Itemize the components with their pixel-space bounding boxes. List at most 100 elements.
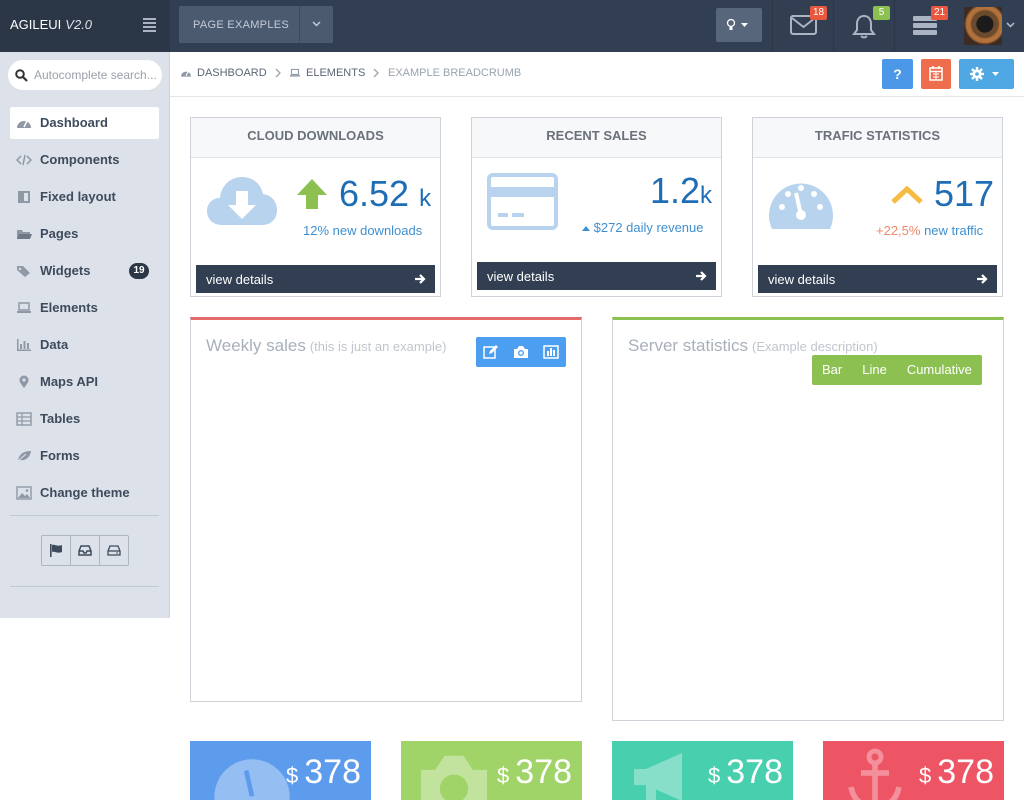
sidebar-item-widgets[interactable]: Widgets 19 — [10, 255, 159, 287]
currency-symbol: $ — [286, 763, 299, 788]
map-marker-icon — [19, 375, 29, 388]
tasks-badge: 21 — [931, 6, 949, 20]
anchor-icon — [848, 748, 902, 800]
chevron-right-icon — [373, 68, 379, 78]
downloads-value: 6.52 k — [339, 173, 431, 215]
camera-icon — [421, 755, 487, 800]
laptop-icon — [290, 68, 300, 77]
arrow-right-icon — [415, 274, 426, 284]
panel-title-text: Server statistics — [628, 336, 748, 355]
chevron-up-icon — [891, 185, 923, 204]
brand-version: V2.0 — [65, 17, 93, 32]
brand: AGILEUI V2.0 — [0, 0, 170, 52]
card-title: RECENT SALES — [472, 118, 721, 158]
arrow-up-icon — [297, 179, 327, 209]
sidebar-item-label: Dashboard — [40, 115, 108, 130]
chart-button[interactable] — [536, 337, 566, 367]
sidebar-item-label: Forms — [40, 448, 80, 463]
tags-icon — [17, 266, 30, 277]
sidebar-item-data[interactable]: Data — [10, 329, 159, 361]
hard-drive-icon — [107, 545, 121, 556]
chevron-down-icon[interactable] — [1006, 22, 1015, 28]
dashboard-gauge-icon — [214, 759, 290, 800]
breadcrumb-elements[interactable]: ELEMENTS — [289, 67, 365, 79]
stat-tile[interactable]: $378 — [823, 741, 1004, 800]
calendar-icon — [929, 66, 943, 81]
tile-number: 378 — [304, 753, 361, 791]
help-button[interactable]: ? — [882, 59, 913, 89]
currency-symbol: $ — [708, 763, 721, 788]
card-title: CLOUD DOWNLOADS — [191, 118, 440, 158]
breadcrumb-dashboard[interactable]: DASHBOARD — [180, 67, 267, 79]
page-examples-label: PAGE EXAMPLES — [193, 19, 290, 31]
panel-title-text: Weekly sales — [206, 336, 306, 355]
theme-bulb-button[interactable] — [716, 8, 762, 42]
layout-icon — [18, 191, 30, 203]
mode-cumulative-button[interactable]: Cumulative — [897, 355, 982, 385]
server-statistics-panel: Server statistics (Example description) B… — [612, 317, 1004, 721]
stat-tile[interactable]: $378 — [190, 741, 371, 800]
panel-description: (this is just an example) — [309, 339, 447, 354]
value-number: 1.2 — [650, 170, 701, 211]
sidebar-item-tables[interactable]: Tables — [10, 403, 159, 435]
menu-toggle-icon[interactable] — [143, 18, 156, 32]
stat-tile[interactable]: $378 — [401, 741, 582, 800]
mode-line-button[interactable]: Line — [852, 355, 897, 385]
sidebar-item-label: Tables — [40, 411, 81, 426]
sidebar-item-pages[interactable]: Pages — [10, 218, 159, 250]
sidebar-nav: Dashboard Components Fixed layout Pages … — [10, 107, 159, 514]
sidebar-item-maps-api[interactable]: Maps API — [10, 366, 159, 398]
drive-button[interactable] — [100, 536, 128, 565]
tile-number: 378 — [937, 753, 994, 791]
card-subtitle: 12% new downloads — [303, 223, 423, 238]
widgets-count-badge: 19 — [129, 263, 149, 279]
search-input[interactable] — [34, 66, 158, 84]
chevron-right-icon — [275, 68, 281, 78]
folder-icon — [17, 230, 32, 239]
mode-bar-button[interactable]: Bar — [812, 355, 852, 385]
calendar-button[interactable] — [921, 59, 951, 89]
sidebar-item-change-theme[interactable]: Change theme — [10, 477, 159, 509]
view-details-button[interactable]: view details — [196, 265, 435, 293]
messages-button[interactable]: 18 — [772, 0, 832, 52]
card-subtitle: +22,5% new traffic — [876, 223, 983, 238]
avatar[interactable] — [964, 7, 1002, 45]
messages-badge: 18 — [810, 6, 828, 20]
weekly-sales-panel: Weekly sales (this is just an example) — [190, 317, 582, 702]
edit-button[interactable] — [476, 337, 506, 367]
sidebar-divider — [10, 515, 159, 516]
value-unit: k — [419, 185, 432, 212]
sidebar-item-forms[interactable]: Forms — [10, 440, 159, 472]
inbox-button[interactable] — [71, 536, 100, 565]
flag-button[interactable] — [42, 536, 71, 565]
dashboard-gauge-icon — [769, 183, 833, 229]
tile-value: $378 — [286, 753, 361, 792]
view-details-button[interactable]: view details — [477, 262, 716, 290]
sidebar-item-label: Elements — [40, 300, 98, 315]
tasks-button[interactable]: 21 — [894, 0, 958, 52]
tile-number: 378 — [726, 753, 783, 791]
inbox-icon — [78, 545, 92, 556]
dashboard-icon — [181, 71, 191, 77]
camera-button[interactable] — [506, 337, 536, 367]
sidebar-item-components[interactable]: Components — [10, 144, 159, 176]
top-bar: AGILEUI V2.0 PAGE EXAMPLES 18 5 21 — [0, 0, 1024, 52]
bullhorn-icon — [634, 753, 682, 800]
tile-value: $378 — [497, 753, 572, 792]
view-details-button[interactable]: view details — [758, 265, 997, 293]
sidebar-item-dashboard[interactable]: Dashboard — [10, 107, 159, 139]
tile-number: 378 — [515, 753, 572, 791]
sidebar-item-fixed-layout[interactable]: Fixed layout — [10, 181, 159, 213]
notifications-button[interactable]: 5 — [833, 0, 893, 52]
sidebar-item-elements[interactable]: Elements — [10, 292, 159, 324]
currency-symbol: $ — [919, 763, 932, 788]
sidebar-tool-group — [41, 535, 129, 566]
page-examples-dropdown[interactable]: PAGE EXAMPLES — [179, 6, 333, 43]
settings-dropdown-button[interactable] — [959, 59, 1014, 89]
search-icon — [15, 69, 28, 82]
stat-tile[interactable]: $378 — [612, 741, 793, 800]
brand-logo[interactable]: AGILEUI V2.0 — [10, 17, 92, 32]
card-subtitle: $272 daily revenue — [582, 220, 703, 235]
leaf-icon — [17, 451, 31, 462]
camera-icon — [514, 346, 528, 358]
